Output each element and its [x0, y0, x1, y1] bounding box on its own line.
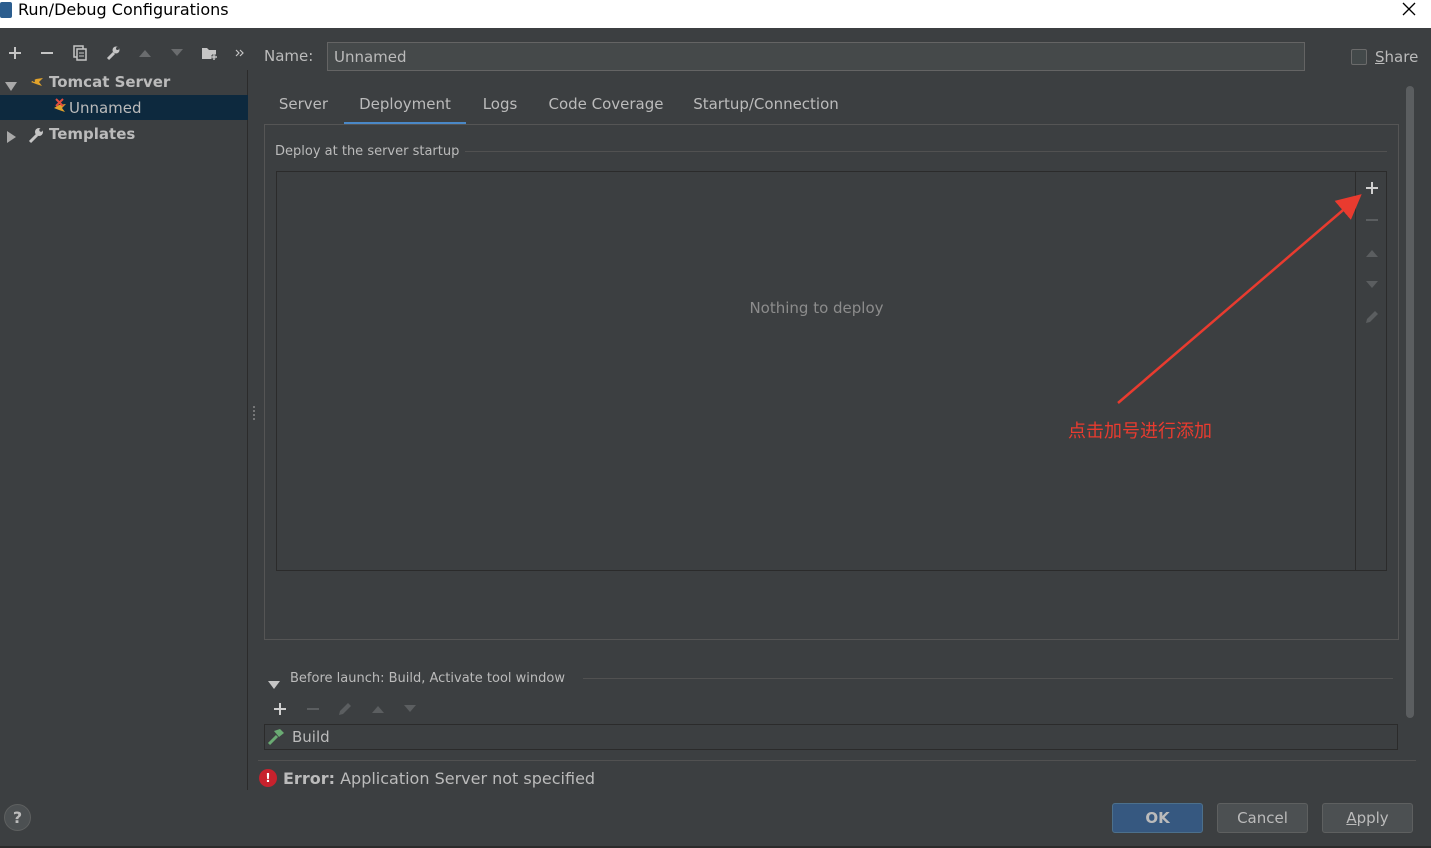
error-icon: ! — [259, 769, 277, 787]
cancel-button[interactable]: Cancel — [1217, 803, 1308, 833]
folder-add-icon[interactable] — [199, 42, 221, 64]
splitter-handle[interactable] — [252, 405, 256, 423]
vertical-scrollbar[interactable] — [1404, 86, 1416, 720]
divider — [258, 760, 1416, 761]
apply-mnemonic: A — [1346, 809, 1357, 827]
deploy-list-area[interactable]: Nothing to deploy — [277, 172, 1356, 570]
more-icon[interactable] — [229, 42, 251, 64]
error-prefix: Error: — [283, 769, 335, 788]
add-icon[interactable] — [1362, 178, 1382, 198]
apply-button[interactable]: Apply — [1322, 803, 1413, 833]
wrench-icon[interactable] — [102, 42, 124, 64]
collapsed-arrow-icon[interactable] — [6, 129, 16, 147]
section-divider — [465, 151, 1387, 152]
tree-item-label: Tomcat Server — [49, 73, 171, 91]
tab-logs[interactable]: Logs — [470, 86, 530, 125]
section-title: Deploy at the server startup — [275, 144, 460, 159]
move-up-icon[interactable] — [1362, 243, 1382, 263]
move-down-icon[interactable] — [399, 698, 421, 720]
share-label-rest: hare — [1384, 48, 1419, 66]
deploy-list[interactable]: Nothing to deploy — [276, 171, 1387, 571]
before-launch-title: Before launch: Build, Activate tool wind… — [290, 671, 565, 686]
before-launch-item-build[interactable]: Build — [292, 728, 330, 746]
tomcat-config-error-icon — [51, 98, 69, 120]
tab-server[interactable]: Server — [264, 86, 343, 125]
add-icon[interactable] — [4, 42, 26, 64]
tab-code-coverage[interactable]: Code Coverage — [540, 86, 672, 125]
tree-item-label: Templates — [49, 125, 136, 143]
deployment-panel: Deploy at the server startup Nothing to … — [264, 124, 1399, 640]
annotation-text: 点击加号进行添加 — [1068, 421, 1212, 442]
tomcat-icon — [29, 74, 45, 94]
help-button[interactable]: ? — [4, 804, 31, 831]
tab-startup-connection[interactable]: Startup/Connection — [686, 86, 846, 125]
remove-icon[interactable] — [36, 42, 58, 64]
expanded-arrow-icon[interactable] — [268, 675, 280, 693]
edit-icon[interactable] — [1362, 307, 1382, 327]
build-hammer-icon — [266, 728, 286, 750]
move-down-icon[interactable] — [166, 42, 188, 64]
tree-item-unnamed[interactable]: Unnamed — [0, 95, 248, 120]
window-titlebar: Run/Debug Configurations — [0, 0, 1431, 28]
app-icon — [0, 2, 12, 18]
configuration-tree: Tomcat Server Unnamed Templates — [0, 70, 248, 790]
before-launch-list[interactable] — [264, 724, 1398, 750]
close-icon[interactable] — [1399, 0, 1419, 20]
remove-icon[interactable] — [302, 698, 324, 720]
name-input[interactable] — [327, 42, 1305, 71]
move-down-icon[interactable] — [1362, 275, 1382, 295]
name-label: Name: — [264, 47, 314, 65]
share-checkbox[interactable] — [1351, 49, 1367, 65]
share-mnemonic: S — [1375, 48, 1385, 66]
config-toolbar — [0, 38, 248, 68]
ok-button[interactable]: OK — [1112, 803, 1203, 833]
tree-item-label: Unnamed — [69, 99, 142, 117]
error-text: Application Server not specified — [335, 769, 596, 788]
move-up-icon[interactable] — [367, 698, 389, 720]
empty-state-text: Nothing to deploy — [749, 299, 884, 317]
tree-item-tomcat-server[interactable]: Tomcat Server — [0, 70, 248, 95]
wrench-icon — [27, 126, 45, 148]
tree-item-templates[interactable]: Templates — [0, 122, 248, 147]
window-title: Run/Debug Configurations — [18, 0, 229, 19]
edit-icon[interactable] — [334, 698, 356, 720]
apply-label-rest: pply — [1356, 809, 1389, 827]
move-up-icon[interactable] — [134, 42, 156, 64]
remove-icon[interactable] — [1362, 210, 1382, 230]
expanded-arrow-icon[interactable] — [5, 77, 17, 95]
copy-icon[interactable] — [69, 42, 91, 64]
add-icon[interactable] — [269, 698, 291, 720]
error-message: Error: Application Server not specified — [283, 769, 595, 788]
section-divider — [583, 678, 1393, 679]
tab-deployment[interactable]: Deployment — [344, 86, 466, 125]
share-label[interactable]: Share — [1375, 48, 1418, 66]
scrollbar-thumb[interactable] — [1406, 86, 1414, 718]
